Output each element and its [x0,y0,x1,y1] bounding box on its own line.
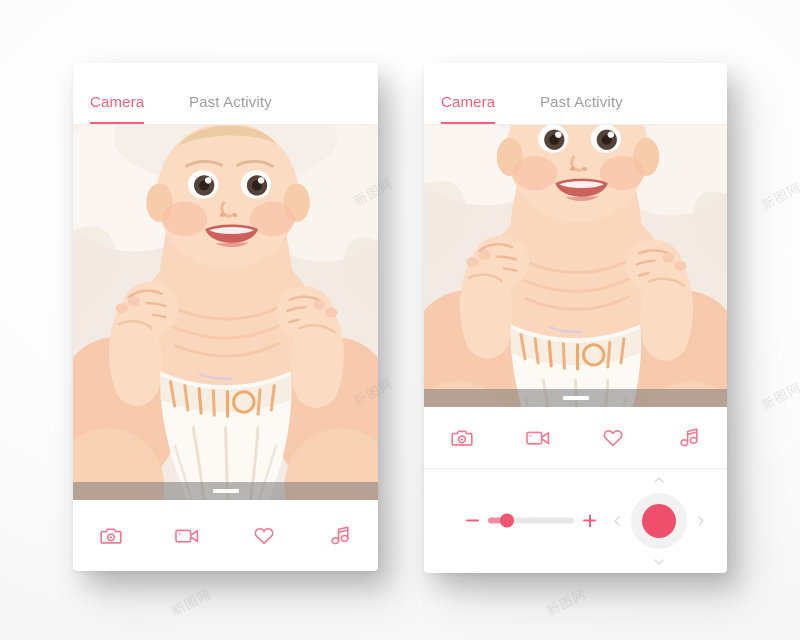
tab-bar: Camera Past Activity [73,63,378,125]
zoom-slider[interactable] [488,513,574,528]
record-button[interactable] [631,492,687,549]
favorite-button[interactable] [226,500,302,571]
lullaby-button[interactable] [302,500,378,571]
tilt-down-button[interactable] [652,555,666,569]
tab-past-activity[interactable]: Past Activity [540,94,623,124]
video-camera-icon [525,430,549,445]
camera-icon [100,527,122,544]
tab-camera[interactable]: Camera [90,94,145,124]
zoom-out-button[interactable] [466,514,479,527]
tab-camera[interactable]: Camera [441,94,496,124]
tab-bar: Camera Past Activity [424,63,727,125]
scrubber-handle[interactable] [212,489,239,493]
music-note-icon [680,427,698,446]
camera-icon [451,429,473,446]
heart-icon [603,429,623,446]
camera-viewport[interactable] [424,125,727,407]
photo-button[interactable] [73,500,149,571]
zoom-slider-thumb[interactable] [499,513,514,528]
action-toolbar [424,407,727,469]
zoom-control [466,513,596,528]
favorite-button[interactable] [576,407,652,468]
chevron-up-icon [652,473,666,487]
pan-right-button[interactable] [694,514,708,528]
phone-screen-camera-preview: Camera Past Activity [73,63,378,571]
tab-past-activity[interactable]: Past Activity [189,94,272,124]
tilt-up-button[interactable] [652,473,666,487]
camera-controls-panel [424,469,727,572]
viewport-scrubber-overlay[interactable] [424,389,727,407]
chevron-left-icon [610,514,624,528]
zoom-in-button[interactable] [583,514,596,527]
video-button[interactable] [149,500,225,571]
chevron-right-icon [694,514,708,528]
viewport-scrubber-overlay[interactable] [73,482,378,500]
baby-photo [424,125,727,407]
music-note-icon [331,525,349,544]
heart-icon [254,527,274,544]
scrubber-handle[interactable] [562,396,589,400]
chevron-down-icon [652,555,666,569]
photo-button[interactable] [424,407,500,468]
baby-photo [73,125,378,500]
video-camera-icon [175,528,199,543]
video-button[interactable] [500,407,576,468]
record-indicator [642,503,676,538]
pan-left-button[interactable] [610,514,624,528]
lullaby-button[interactable] [651,407,727,468]
camera-viewport[interactable] [73,125,378,500]
screens-stage: Camera Past Activity Camera Past Activit… [0,0,800,640]
action-toolbar [73,500,378,571]
pan-tilt-dpad [610,475,708,567]
phone-screen-camera-controls: Camera Past Activity [424,63,727,573]
